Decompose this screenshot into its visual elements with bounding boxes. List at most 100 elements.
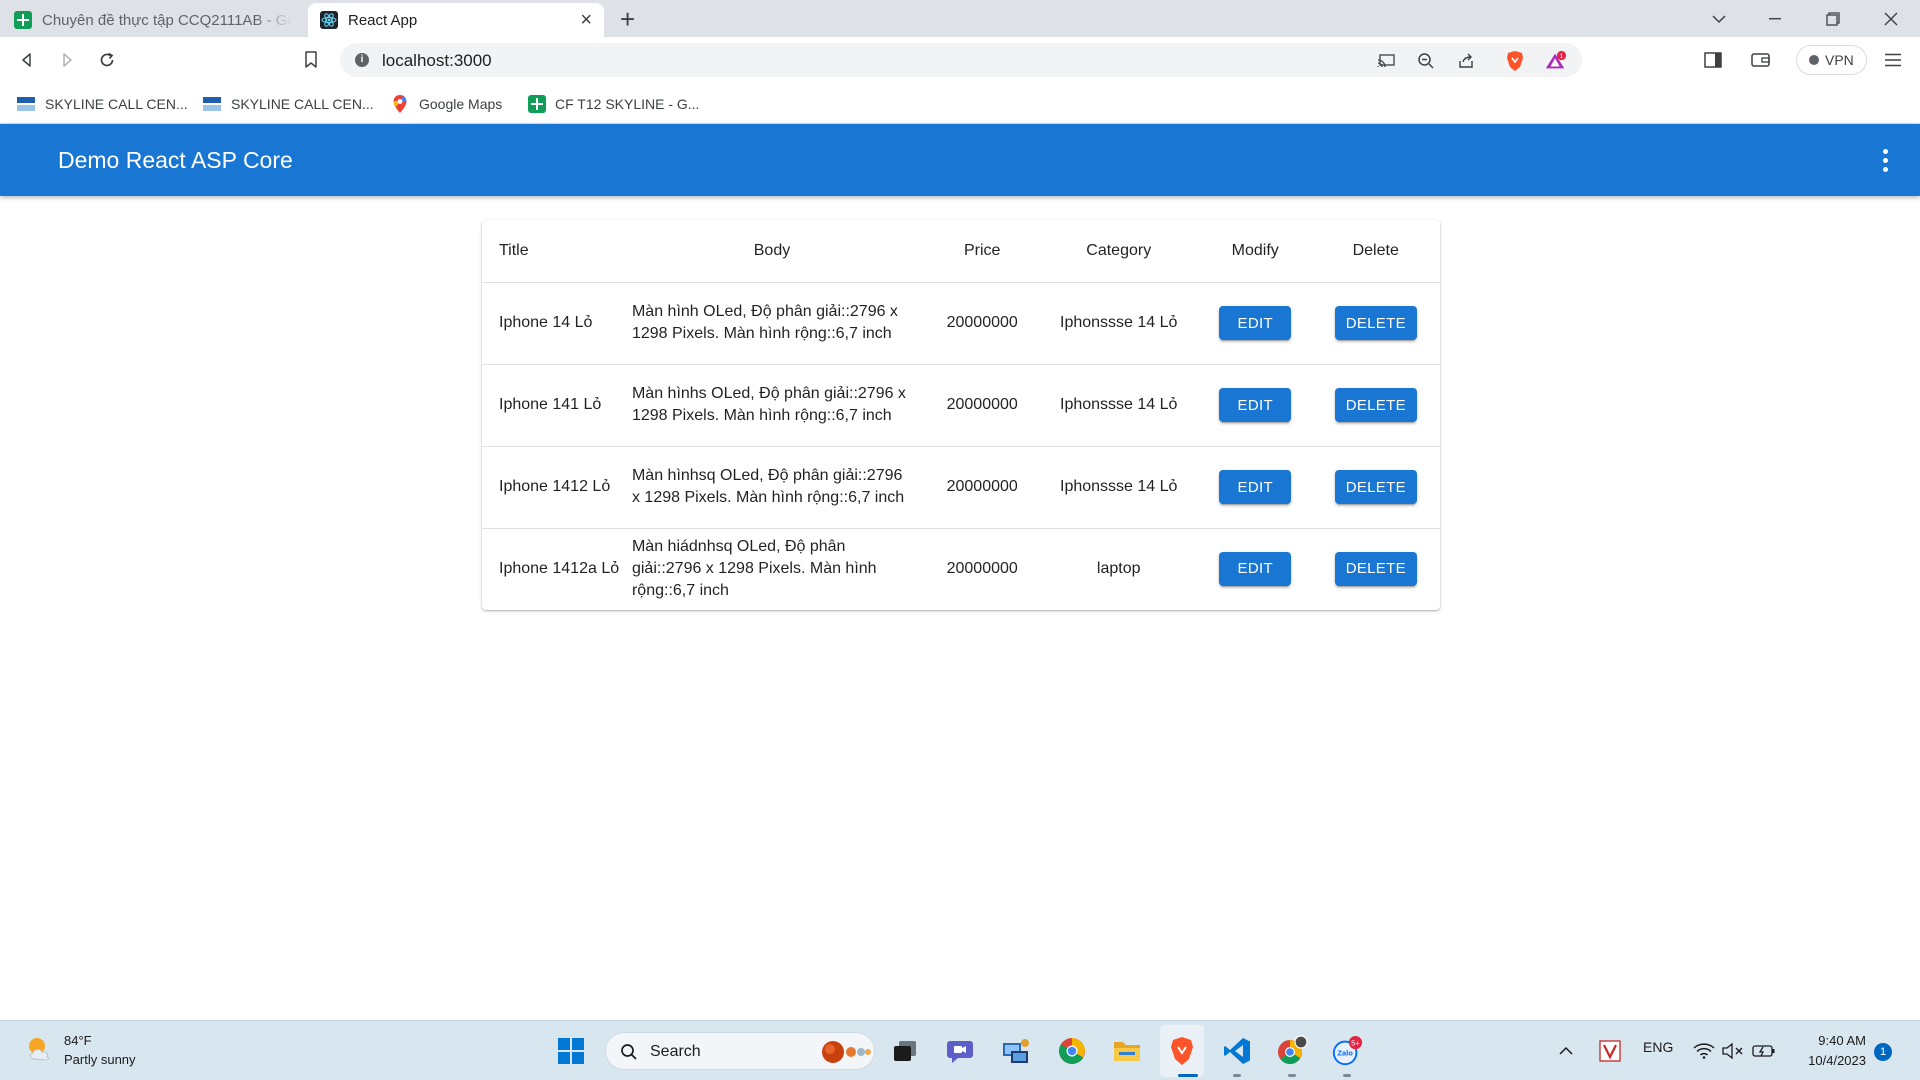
app-title: Demo React ASP Core: [58, 147, 293, 173]
bookmark-skyline-2[interactable]: SKYLINE CALL CEN...: [202, 92, 374, 116]
windows-start-icon[interactable]: [555, 1035, 587, 1067]
task-view-icon[interactable]: [889, 1035, 921, 1067]
notification-badge[interactable]: 1: [1874, 1043, 1892, 1061]
cast-icon[interactable]: [1375, 50, 1397, 72]
cell-title: Iphone 1412 Lỏ: [482, 446, 622, 529]
cell-price: 20000000: [926, 282, 1039, 365]
tab-label: Chuyên đề thực tập CCQ2111AB - Goo: [42, 11, 292, 29]
vietkey-icon[interactable]: [1597, 1035, 1623, 1067]
volume-muted-icon[interactable]: [1720, 1035, 1746, 1067]
file-explorer-icon[interactable]: [1111, 1035, 1143, 1067]
active-indicator: [1178, 1074, 1198, 1077]
weather-description[interactable]: Partly sunny: [64, 1052, 136, 1067]
tab-react-app[interactable]: React App ×: [308, 3, 604, 37]
tab-sheets[interactable]: Chuyên đề thực tập CCQ2111AB - Goo: [2, 3, 304, 37]
cell-delete: DELETE: [1311, 446, 1440, 529]
delete-button[interactable]: DELETE: [1334, 388, 1417, 422]
minimize-icon[interactable]: [1752, 0, 1798, 37]
delete-button[interactable]: DELETE: [1334, 470, 1417, 504]
cell-modify: EDIT: [1199, 282, 1312, 365]
cell-body: Màn hình OLed, Độ phân giải::2796 x 1298…: [621, 282, 926, 365]
delete-button[interactable]: DELETE: [1334, 306, 1417, 340]
running-indicator: [1288, 1074, 1296, 1077]
chrome-profile-icon[interactable]: [1276, 1035, 1308, 1067]
zalo-badge: 5+: [1351, 1038, 1360, 1047]
chrome-icon[interactable]: [1056, 1035, 1088, 1067]
hamburger-menu-icon[interactable]: [1878, 45, 1908, 75]
vpn-label: VPN: [1825, 52, 1854, 68]
browser-toolbar: i localhost:3000 1 VPN: [0, 37, 1920, 84]
products-table: Title Body Price Category Modify Delete …: [482, 220, 1440, 609]
bookmark-label: CF T12 SKYLINE - G...: [555, 96, 700, 112]
react-icon: [320, 11, 338, 29]
close-tab-icon[interactable]: ×: [580, 10, 592, 30]
partly-sunny-icon[interactable]: [24, 1033, 56, 1065]
cell-modify: EDIT: [1199, 446, 1312, 529]
search-icon: [621, 1044, 637, 1060]
table-row: Iphone 14 Lỏ Màn hình OLed, Độ phân giải…: [482, 282, 1440, 365]
edit-button[interactable]: EDIT: [1219, 306, 1292, 340]
bookmark-google-maps[interactable]: Google Maps: [390, 92, 502, 116]
cell-price: 20000000: [926, 446, 1039, 529]
svg-text:Zalo: Zalo: [1337, 1049, 1353, 1058]
tab-search-chevron-icon[interactable]: [1696, 0, 1742, 37]
bookmark-cf-t12[interactable]: CF T12 SKYLINE - G...: [528, 92, 699, 116]
header-modify: Modify: [1199, 220, 1312, 283]
delete-button[interactable]: DELETE: [1334, 551, 1417, 586]
tab-label: React App: [348, 11, 418, 29]
remote-desktop-icon[interactable]: [1000, 1035, 1032, 1067]
close-window-icon[interactable]: [1868, 0, 1914, 37]
chevron-up-icon[interactable]: [1554, 1035, 1578, 1067]
header-body: Body: [621, 220, 926, 283]
cell-delete: DELETE: [1311, 282, 1440, 365]
site-info-icon[interactable]: i: [355, 53, 369, 67]
new-tab-icon[interactable]: +: [620, 4, 635, 34]
restore-icon[interactable]: [1810, 0, 1856, 37]
cell-delete: DELETE: [1311, 528, 1440, 609]
cell-price: 20000000: [946, 559, 1018, 577]
zalo-icon[interactable]: Zalo 5+: [1331, 1035, 1363, 1067]
vpn-button[interactable]: VPN: [1796, 45, 1867, 75]
brave-rewards-icon[interactable]: 1: [1545, 50, 1567, 72]
share-icon[interactable]: [1455, 50, 1477, 72]
wifi-icon[interactable]: [1690, 1035, 1718, 1067]
address-bar[interactable]: i localhost:3000 1: [340, 43, 1582, 77]
sidebar-icon[interactable]: [1698, 45, 1728, 75]
edit-button[interactable]: EDIT: [1219, 388, 1292, 422]
edit-button[interactable]: EDIT: [1219, 551, 1292, 586]
taskbar-search-box[interactable]: Search: [605, 1032, 875, 1070]
back-icon[interactable]: [12, 45, 42, 75]
bookmark-icon[interactable]: [296, 45, 326, 75]
tab-strip: Chuyên đề thực tập CCQ2111AB - Goo React…: [0, 0, 1920, 37]
wallet-icon[interactable]: [1746, 45, 1776, 75]
brave-browser-icon[interactable]: [1166, 1035, 1198, 1067]
clock-date[interactable]: 10/4/2023: [1796, 1053, 1866, 1068]
bookmark-skyline-1[interactable]: SKYLINE CALL CEN...: [16, 92, 188, 116]
header-delete: Delete: [1311, 220, 1440, 283]
more-vert-icon[interactable]: [1870, 144, 1900, 176]
reload-icon[interactable]: [92, 45, 122, 75]
cell-delete: DELETE: [1311, 364, 1440, 447]
vscode-icon[interactable]: [1221, 1035, 1253, 1067]
zoom-out-icon[interactable]: [1415, 50, 1437, 72]
search-label: Search: [650, 1043, 701, 1060]
battery-charging-icon[interactable]: [1750, 1035, 1778, 1067]
google-sheets-icon: [528, 95, 546, 113]
cell-category: Iphonssse 14 Lỏ: [1038, 364, 1200, 447]
clock-time[interactable]: 9:40 AM: [1810, 1033, 1866, 1048]
header-price: Price: [926, 220, 1039, 283]
table-row: Iphone 1412 Lỏ Màn hìnhsq OLed, Độ phân …: [482, 446, 1440, 529]
language-indicator[interactable]: ENG: [1643, 1039, 1673, 1055]
running-indicator: [1233, 1074, 1241, 1077]
cell-category: laptop: [1096, 559, 1141, 577]
header-title: Title: [482, 220, 622, 283]
forward-icon[interactable]: [52, 45, 82, 75]
weather-temperature[interactable]: 84°F: [64, 1033, 92, 1048]
cell-category: Iphonssse 14 Lỏ: [1038, 282, 1200, 365]
edit-button[interactable]: EDIT: [1219, 470, 1292, 504]
brave-shield-icon[interactable]: [1504, 50, 1526, 72]
search-highlight-icon: [822, 1041, 871, 1063]
cell-modify: EDIT: [1199, 528, 1311, 609]
teams-chat-icon[interactable]: [944, 1035, 976, 1067]
rewards-badge: 1: [1560, 53, 1564, 60]
